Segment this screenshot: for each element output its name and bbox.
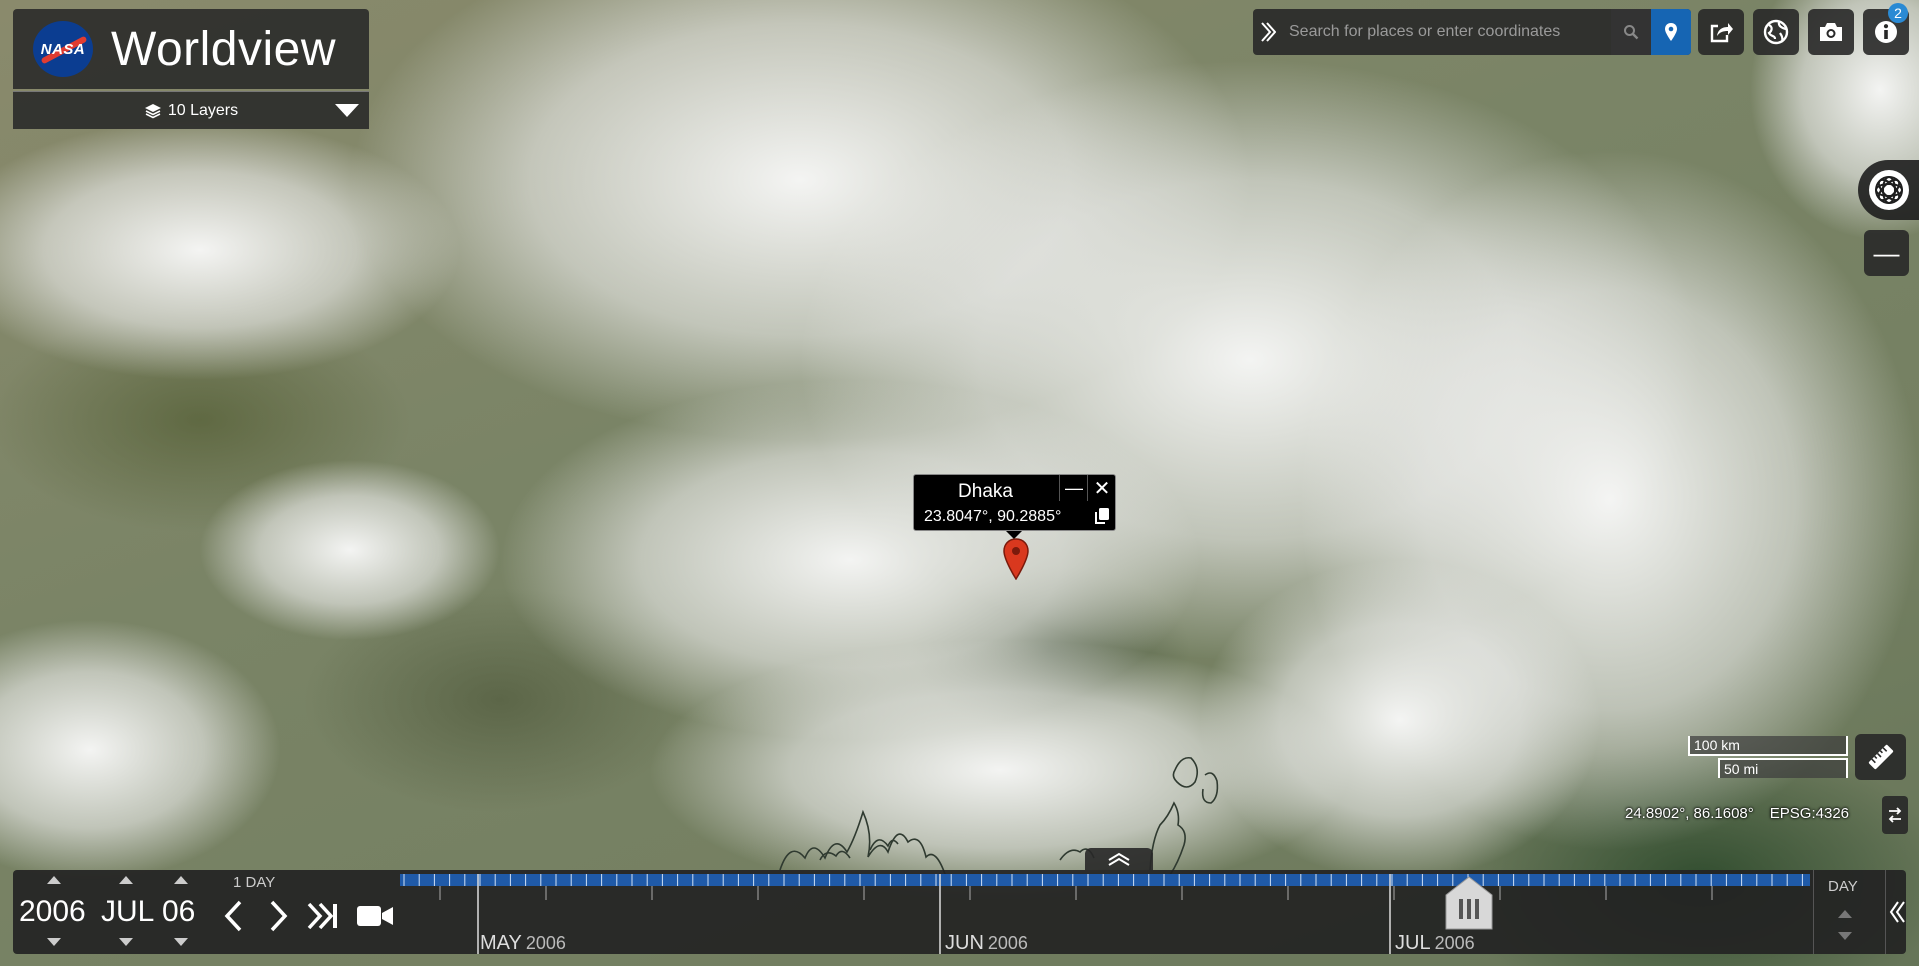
camera-icon: [1820, 23, 1842, 41]
place-coordinates: 23.8047°, 90.2885°: [924, 508, 1062, 525]
double-chevron-left-icon: [1889, 901, 1905, 923]
day-increment[interactable]: [174, 876, 188, 884]
year-field[interactable]: 2006: [19, 895, 86, 929]
date-selector: 2006 JUL 06 1 DAY: [13, 870, 403, 954]
layers-count-label: 10 Layers: [167, 101, 239, 119]
zoom-in-button[interactable]: [1858, 160, 1919, 220]
skip-to-end-icon: [307, 902, 337, 930]
year-increment[interactable]: [47, 876, 61, 884]
location-search: [1253, 8, 1691, 56]
cursor-coordinates: 24.8902°, 86.1608° EPSG:4326: [1625, 805, 1849, 822]
ruler-icon: [1868, 744, 1893, 770]
month-label-jun: JUN 2006: [945, 932, 1028, 954]
interval-label[interactable]: 1 DAY: [233, 874, 275, 891]
chevron-left-icon: [224, 900, 242, 932]
share-button[interactable]: [1698, 9, 1744, 55]
projection-button[interactable]: [1753, 9, 1799, 55]
share-icon: [1710, 23, 1733, 43]
map-marker-icon[interactable]: [1002, 538, 1030, 580]
notification-badge: 2: [1888, 3, 1908, 23]
month-increment[interactable]: [119, 876, 133, 884]
expand-icon[interactable]: [1253, 9, 1283, 55]
jump-to-latest-button[interactable]: [305, 898, 341, 934]
snapshot-button[interactable]: [1808, 9, 1854, 55]
copy-icon[interactable]: [1094, 507, 1110, 525]
nasa-logo-text: NASA: [40, 40, 86, 58]
coordinate-format-toggle[interactable]: [1882, 796, 1908, 834]
day-decrement[interactable]: [174, 938, 188, 946]
app-title: Worldview: [111, 22, 336, 76]
globe-projection-icon: [1868, 170, 1909, 210]
month-field[interactable]: JUL: [101, 895, 154, 929]
nasa-logo[interactable]: NASA: [33, 21, 93, 77]
search-icon[interactable]: [1611, 9, 1651, 55]
swap-arrows-icon: [1888, 807, 1902, 823]
month-decrement[interactable]: [119, 938, 133, 946]
search-input[interactable]: [1283, 8, 1611, 56]
scale-bar-km: 100 km: [1688, 736, 1848, 756]
timeline-axis[interactable]: MAY 2006 JUN 2006 JUL 2006: [400, 870, 1810, 954]
month-label-jul: JUL 2006: [1395, 932, 1475, 954]
measure-button[interactable]: [1855, 734, 1906, 780]
scale-bar-mi: 50 mi: [1718, 758, 1848, 778]
layers-toggle-button[interactable]: 10 Layers: [13, 91, 369, 129]
location-pin-button[interactable]: [1651, 9, 1691, 55]
layers-icon: [144, 103, 161, 118]
minimize-button[interactable]: —: [1059, 475, 1088, 501]
animation-button[interactable]: [355, 898, 395, 934]
timeline-panel: 2006 JUL 06 1 DAY MAY 2006 JUN 2006 JUL 200…: [13, 870, 1906, 954]
next-day-button[interactable]: [265, 898, 293, 934]
timeline-ticks: [403, 874, 1803, 954]
projection-globe-icon: [1763, 19, 1789, 45]
timeline-date-handle[interactable]: [1440, 875, 1498, 931]
timeline-zoom-selector[interactable]: DAY: [1813, 870, 1879, 954]
zoom-level-down[interactable]: [1838, 932, 1852, 940]
location-popup: Dhaka — ✕ 23.8047°, 90.2885°: [913, 474, 1116, 539]
video-camera-icon: [357, 906, 393, 926]
projection-code: EPSG:4326: [1769, 805, 1849, 822]
day-field[interactable]: 06: [162, 895, 195, 929]
zoom-level-up[interactable]: [1838, 910, 1852, 918]
year-decrement[interactable]: [47, 938, 61, 946]
zoom-out-button[interactable]: —: [1864, 230, 1909, 276]
chevron-up-icon: [1108, 852, 1130, 866]
close-button[interactable]: ✕: [1087, 475, 1116, 501]
chevron-right-icon: [270, 900, 288, 932]
previous-day-button[interactable]: [219, 898, 247, 934]
app-header: NASA Worldview: [13, 9, 369, 89]
place-name: Dhaka: [958, 481, 1013, 502]
chevron-down-icon[interactable]: [335, 104, 359, 117]
month-label-may: MAY 2006: [480, 932, 566, 954]
collapse-timeline-button[interactable]: [1885, 870, 1907, 954]
location-pin-icon: [1665, 23, 1677, 41]
minus-icon: —: [1873, 237, 1900, 268]
info-icon: [1875, 21, 1897, 43]
timeline-expand-button[interactable]: [1085, 848, 1153, 870]
coordinate-value: 24.8902°, 86.1608°: [1625, 805, 1754, 822]
zoom-level-label: DAY: [1828, 878, 1858, 895]
